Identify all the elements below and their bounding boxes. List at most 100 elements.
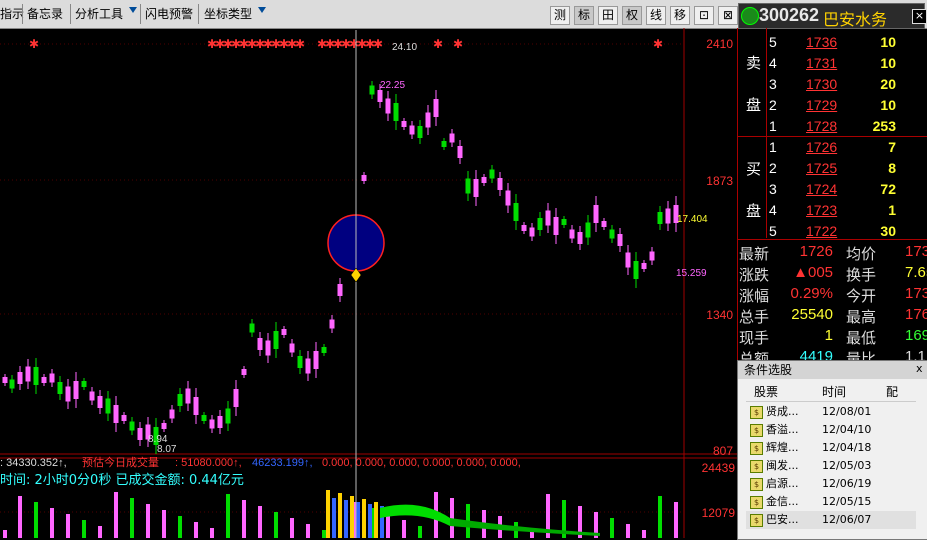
quote-value: 1726 bbox=[799, 243, 833, 260]
layout-button[interactable]: ⊠ bbox=[718, 6, 738, 25]
level: 4 bbox=[769, 55, 777, 71]
candle-body bbox=[113, 405, 119, 423]
candle-body bbox=[545, 210, 551, 226]
toolbar-analysis-tools[interactable]: 分析工具 bbox=[75, 5, 123, 23]
buy-row[interactable]: 5 1722 30 bbox=[738, 220, 927, 241]
sell-row[interactable]: 3 1730 20 bbox=[738, 73, 927, 94]
candle-body bbox=[377, 90, 383, 102]
candle-body bbox=[641, 263, 647, 269]
buy-row[interactable]: 4 1723 1 bbox=[738, 199, 927, 220]
toolbar-indicator[interactable]: 指示 bbox=[0, 5, 24, 23]
candle-body bbox=[81, 381, 87, 387]
price: 1730 bbox=[806, 76, 838, 92]
candle-body bbox=[17, 372, 23, 384]
list-item-selected[interactable]: $ 巴安... 12/06/07 bbox=[746, 511, 916, 529]
stock-title: 300262 巴安水务 bbox=[738, 3, 925, 29]
condition-picker-window[interactable]: 条件选股 x 股票 时间 配 $ 贤成... 12/08/01 $ 香溢... … bbox=[737, 360, 927, 540]
candle-body bbox=[137, 428, 143, 440]
volume-bar bbox=[66, 514, 70, 538]
candle-body bbox=[289, 343, 295, 353]
column-header-stock[interactable]: 股票 bbox=[754, 383, 778, 401]
stock-name: 辉煌... bbox=[766, 441, 799, 454]
stock-name: 启源... bbox=[766, 477, 799, 490]
window-button[interactable]: ⊡ bbox=[694, 6, 714, 25]
volume-band bbox=[380, 504, 450, 526]
stock-icon: $ bbox=[750, 514, 763, 527]
volume: 1 bbox=[888, 202, 896, 218]
info-prefix: : 34330.352↑, bbox=[0, 457, 67, 469]
list-item[interactable]: $ 金信... 12/05/15 bbox=[746, 493, 916, 511]
quote-value: 0.29% bbox=[790, 285, 833, 302]
rights-button[interactable]: 权 bbox=[622, 6, 642, 25]
volume: 72 bbox=[880, 181, 896, 197]
price: 1723 bbox=[806, 202, 838, 218]
buy-row[interactable]: 2 1725 8 bbox=[738, 157, 927, 178]
level: 2 bbox=[769, 97, 777, 113]
volume-bar bbox=[210, 528, 214, 538]
list-item[interactable]: $ 辉煌... 12/04/18 bbox=[746, 439, 916, 457]
list-item[interactable]: $ 闽发... 12/05/03 bbox=[746, 457, 916, 475]
annotation-low-b: 8.07 bbox=[157, 444, 177, 455]
volume-bar bbox=[402, 520, 406, 538]
signal-marker: ✱ bbox=[653, 37, 663, 51]
sell-row[interactable]: 5 1736 10 bbox=[738, 31, 927, 52]
volume-bar bbox=[242, 500, 246, 538]
sell-row[interactable]: 4 1731 10 bbox=[738, 52, 927, 73]
candle-body bbox=[369, 85, 375, 95]
candle-body bbox=[433, 99, 439, 117]
measure-button[interactable]: 测 bbox=[550, 6, 570, 25]
candle-body bbox=[25, 366, 31, 382]
candle-body bbox=[329, 319, 335, 329]
sell-row[interactable]: 1 1728 253 bbox=[738, 115, 927, 136]
volume-bar bbox=[98, 526, 102, 538]
close-icon[interactable]: × bbox=[912, 9, 927, 24]
level: 4 bbox=[769, 202, 777, 218]
stock-name: 金信... bbox=[766, 495, 799, 508]
list-item[interactable]: $ 香溢... 12/04/10 bbox=[746, 421, 916, 439]
toolbar-memo[interactable]: 备忘录 bbox=[27, 5, 63, 23]
annotation-high: 24.10 bbox=[392, 42, 417, 53]
stock-icon: $ bbox=[750, 460, 763, 473]
candle-body bbox=[577, 232, 583, 244]
move-button[interactable]: 移 bbox=[670, 6, 690, 25]
volume-bar bbox=[194, 522, 198, 538]
candle-body bbox=[665, 208, 671, 224]
mark-button[interactable]: 标 bbox=[574, 6, 594, 25]
candle-body bbox=[193, 397, 199, 415]
sell-row[interactable]: 2 1729 10 bbox=[738, 94, 927, 115]
toolbar-axis-type[interactable]: 坐标类型 bbox=[204, 5, 252, 23]
line-button[interactable]: 线 bbox=[646, 6, 666, 25]
buy-row[interactable]: 3 1724 72 bbox=[738, 178, 927, 199]
column-header-time[interactable]: 时间 bbox=[822, 383, 846, 401]
level: 3 bbox=[769, 181, 777, 197]
volume-label-24439: 24439 bbox=[702, 461, 736, 475]
chevron-down-icon[interactable] bbox=[258, 7, 266, 13]
buy-row[interactable]: 1 1726 7 bbox=[738, 136, 927, 157]
candle-body bbox=[313, 351, 319, 369]
candle-body bbox=[657, 212, 663, 224]
info-zeros: 0.000, 0.000, 0.000, 0.000, 0.000, 0.000… bbox=[322, 457, 521, 469]
chevron-down-icon[interactable] bbox=[129, 7, 137, 13]
close-icon[interactable]: x bbox=[916, 363, 926, 375]
candle-body bbox=[281, 329, 287, 335]
volume-label-12079: 12079 bbox=[702, 506, 736, 520]
stock-icon: $ bbox=[750, 442, 763, 455]
volume: 8 bbox=[888, 160, 896, 176]
stock-name: 贤成... bbox=[766, 405, 799, 418]
price-label-1340: 1340 bbox=[706, 308, 733, 322]
toolbar-flash-alert[interactable]: 闪电预警 bbox=[145, 5, 193, 23]
list-item[interactable]: $ 贤成... 12/08/01 bbox=[746, 403, 916, 421]
candle-body bbox=[321, 347, 327, 353]
stock-icon: $ bbox=[750, 496, 763, 509]
volume-bar bbox=[290, 518, 294, 538]
grid-button[interactable]: 田 bbox=[598, 6, 618, 25]
window-title[interactable]: 条件选股 bbox=[738, 361, 927, 379]
list-item[interactable]: $ 启源... 12/06/19 bbox=[746, 475, 916, 493]
kline-chart[interactable]: ✱ ✱✱✱✱✱✱✱✱✱✱✱✱ ✱✱✱✱✱✱✱✱ ✱ ✱ ✱ 2410 1873 1340 … bbox=[0, 28, 737, 538]
stock-icon: $ bbox=[750, 424, 763, 437]
info-estimate-value: : 51080.000↑, bbox=[175, 457, 242, 469]
level: 3 bbox=[769, 76, 777, 92]
column-header-match[interactable]: 配 bbox=[886, 383, 898, 401]
quote-row: 总手 25540 最高 176 bbox=[738, 304, 927, 326]
volume-bar bbox=[386, 514, 390, 538]
